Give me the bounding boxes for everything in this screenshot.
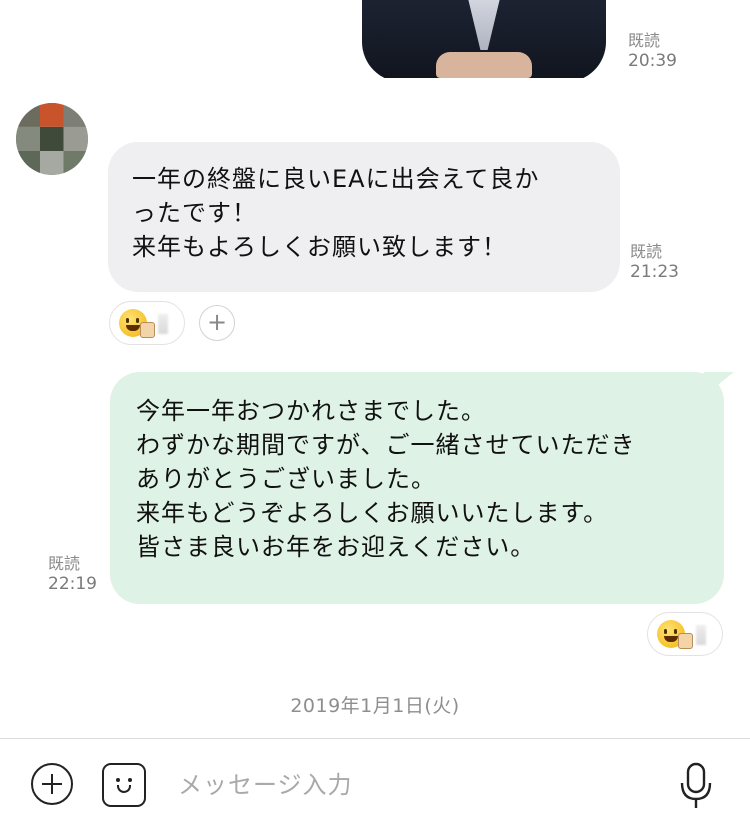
read-receipt: 既読 [630, 242, 663, 261]
sent-photo[interactable] [358, 0, 610, 78]
message-meta: 既読 20:39 [628, 30, 677, 72]
incoming-message-bubble[interactable]: 一年の終盤に良いEAに出会えて良か ったです！ 来年もよろしくお願い致します！ [108, 142, 620, 292]
message-reaction[interactable] [647, 612, 723, 656]
message-meta: 既読 21:23 [630, 241, 679, 283]
sticker-icon[interactable] [102, 763, 146, 807]
sticker-eye [116, 778, 120, 782]
reaction-count-blurred [696, 625, 706, 645]
message-input[interactable] [178, 765, 638, 805]
message-time: 21:23 [630, 262, 679, 282]
sticker-mouth [117, 785, 131, 793]
plus-icon: + [206, 308, 228, 336]
avatar-image [16, 103, 88, 175]
thumbs-up-icon [678, 633, 693, 649]
reaction-count-blurred [158, 314, 168, 334]
chat-area: 既読 20:39 一年の終盤に良いEAに出会えて良か ったです！ 来年もよろしく… [0, 0, 750, 738]
add-reaction-button[interactable]: + [199, 305, 235, 341]
thumbs-up-icon [140, 322, 155, 338]
message-input-bar [0, 738, 750, 824]
message-time: 22:19 [48, 574, 97, 594]
date-separator: 2019年1月1日(火) [290, 695, 460, 717]
photo-hands [436, 52, 532, 78]
message-time: 20:39 [628, 51, 677, 71]
message-reaction[interactable] [109, 301, 185, 345]
sticker-eye [128, 778, 132, 782]
outgoing-message-bubble[interactable]: 今年一年おつかれさまでした。 わずかな期間ですが、ご一緒させていただき ありがと… [110, 372, 724, 604]
contact-avatar[interactable] [16, 103, 88, 175]
microphone-icon[interactable] [676, 761, 716, 811]
read-receipt: 既読 [628, 31, 661, 50]
plus-circle-icon[interactable] [31, 763, 73, 805]
message-meta: 既読 22:19 [48, 553, 97, 595]
read-receipt: 既読 [48, 554, 81, 573]
